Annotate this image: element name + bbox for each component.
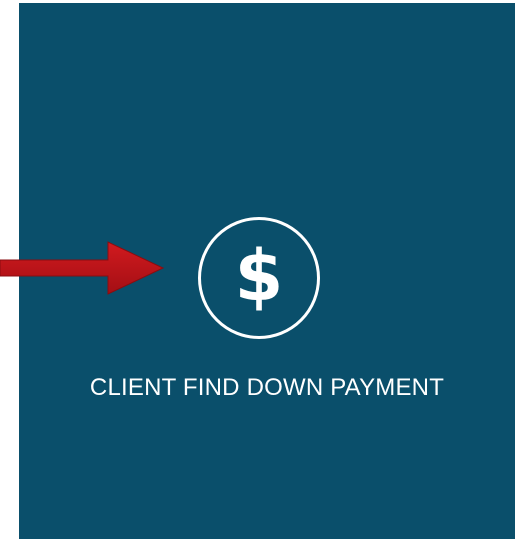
red-arrow-icon — [0, 241, 165, 295]
screenshot-canvas: $ CLIENT FIND DOWN PAYMENT — [0, 0, 520, 539]
dollar-glyph: $ — [234, 235, 284, 317]
tile-label: CLIENT FIND DOWN PAYMENT — [89, 374, 445, 401]
dollar-icon: $ — [198, 217, 320, 339]
